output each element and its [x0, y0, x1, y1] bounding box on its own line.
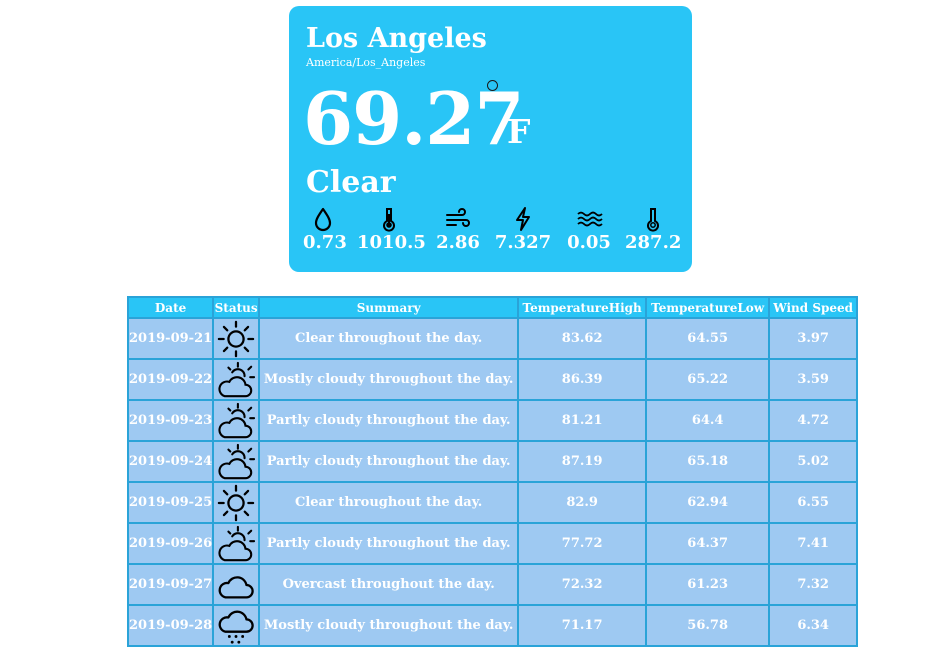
wind-speed-cell: 6.34: [768, 604, 859, 647]
table-header-row: Date Status Summary TemperatureHigh Temp…: [126, 296, 859, 319]
wind-speed-cell: 6.55: [768, 481, 859, 524]
temperature-low-cell: 64.4: [645, 399, 771, 442]
temperature-high-cell: 71.17: [517, 604, 648, 647]
temperature-high-cell: 87.19: [517, 440, 648, 483]
partly-cloudy-day-icon: [217, 402, 255, 440]
temperature-low-cell: 65.18: [645, 440, 771, 483]
date-cell: 2019-09-21: [126, 317, 215, 360]
date-cell: 2019-09-22: [126, 358, 215, 401]
summary-cell: Partly cloudy throughout the day.: [258, 440, 520, 483]
stat-lightning: 7.327: [493, 206, 553, 258]
temperature-high-cell: 72.32: [517, 563, 648, 606]
pressure-value: 1010.5: [357, 232, 426, 253]
rain-icon: [217, 607, 255, 645]
header-date: Date: [126, 296, 215, 319]
header-status: Status: [212, 296, 261, 319]
temperature-high-cell: 77.72: [517, 522, 648, 565]
wind-value: 2.86: [436, 232, 480, 253]
wind-speed-cell: 3.97: [768, 317, 859, 360]
clear-day-icon: [217, 484, 255, 522]
temperature-high-cell: 86.39: [517, 358, 648, 401]
stat-wind: 2.86: [435, 206, 481, 258]
current-weather-card: Los Angeles America/Los_Angeles 69.27 F …: [289, 6, 692, 272]
wind-speed-cell: 3.59: [768, 358, 859, 401]
thermometer-icon: [647, 208, 659, 232]
temperature-unit: F: [507, 112, 531, 151]
header-temperature-high: TemperatureHigh: [517, 296, 648, 319]
header-wind-speed: Wind Speed: [768, 296, 859, 319]
pressure-thermometer-icon: [383, 208, 395, 232]
table-row: 2019-09-21 Clear throughout the day. 83.…: [126, 317, 859, 360]
status-cell: [212, 604, 261, 647]
forecast-table: Date Status Summary TemperatureHigh Temp…: [126, 296, 859, 647]
lightning-value: 7.327: [494, 232, 552, 253]
current-condition: Clear: [306, 165, 396, 200]
status-cell: [212, 440, 261, 483]
timezone-label: America/Los_Angeles: [306, 56, 426, 69]
summary-cell: Clear throughout the day.: [258, 317, 520, 360]
temperature-low-cell: 62.94: [645, 481, 771, 524]
date-cell: 2019-09-24: [126, 440, 215, 483]
table-row: 2019-09-27 Overcast throughout the day. …: [126, 563, 859, 606]
wind-speed-cell: 4.72: [768, 399, 859, 442]
status-cell: [212, 563, 261, 606]
status-cell: [212, 358, 261, 401]
temperature-low-cell: 65.22: [645, 358, 771, 401]
temperature-low-cell: 64.37: [645, 522, 771, 565]
header-summary: Summary: [258, 296, 520, 319]
stat-humidity: 0.73: [303, 206, 347, 258]
temperature-value: 287.2: [625, 232, 682, 253]
partly-cloudy-day-icon: [217, 443, 255, 481]
status-cell: [212, 317, 261, 360]
table-row: 2019-09-24 Partly cloudy throughout the …: [126, 440, 859, 483]
date-cell: 2019-09-26: [126, 522, 215, 565]
date-cell: 2019-09-23: [126, 399, 215, 442]
weather-stats: 0.73 1010.5 2.86 7.327 0.05 287.2: [303, 206, 683, 258]
status-cell: [212, 522, 261, 565]
degree-icon: [487, 80, 498, 91]
wind-speed-cell: 7.41: [768, 522, 859, 565]
temperature-high-cell: 83.62: [517, 317, 648, 360]
table-row: 2019-09-22 Mostly cloudy throughout the …: [126, 358, 859, 401]
stat-temperature: 287.2: [625, 206, 681, 258]
header-temperature-low: TemperatureLow: [645, 296, 771, 319]
date-cell: 2019-09-25: [126, 481, 215, 524]
cloudy-icon: [217, 566, 255, 604]
summary-cell: Clear throughout the day.: [258, 481, 520, 524]
temperature-low-cell: 61.23: [645, 563, 771, 606]
table-row: 2019-09-26 Partly cloudy throughout the …: [126, 522, 859, 565]
stat-pressure: 1010.5: [357, 206, 426, 258]
temperature-low-cell: 64.55: [645, 317, 771, 360]
status-cell: [212, 481, 261, 524]
status-cell: [212, 399, 261, 442]
humidity-icon: [314, 207, 332, 232]
summary-cell: Partly cloudy throughout the day.: [258, 399, 520, 442]
temperature-low-cell: 56.78: [645, 604, 771, 647]
date-cell: 2019-09-27: [126, 563, 215, 606]
summary-cell: Mostly cloudy throughout the day.: [258, 358, 520, 401]
summary-cell: Overcast throughout the day.: [258, 563, 520, 606]
summary-cell: Mostly cloudy throughout the day.: [258, 604, 520, 647]
partly-cloudy-day-icon: [217, 361, 255, 399]
wind-speed-cell: 5.02: [768, 440, 859, 483]
wind-icon: [446, 208, 470, 227]
partly-cloudy-day-icon: [217, 525, 255, 563]
temperature-high-cell: 81.21: [517, 399, 648, 442]
waves-icon: [577, 211, 603, 227]
table-row: 2019-09-23 Partly cloudy throughout the …: [126, 399, 859, 442]
table-row: 2019-09-25 Clear throughout the day. 82.…: [126, 481, 859, 524]
city-name: Los Angeles: [306, 23, 487, 54]
temperature-high-cell: 82.9: [517, 481, 648, 524]
wind-speed-cell: 7.32: [768, 563, 859, 606]
lightning-icon: [516, 207, 530, 231]
humidity-value: 0.73: [303, 232, 347, 253]
clear-day-icon: [217, 320, 255, 358]
summary-cell: Partly cloudy throughout the day.: [258, 522, 520, 565]
stat-waves: 0.05: [565, 206, 613, 258]
waves-value: 0.05: [567, 232, 611, 253]
date-cell: 2019-09-28: [126, 604, 215, 647]
table-row: 2019-09-28 Mostly cloudy throughout the …: [126, 604, 859, 647]
